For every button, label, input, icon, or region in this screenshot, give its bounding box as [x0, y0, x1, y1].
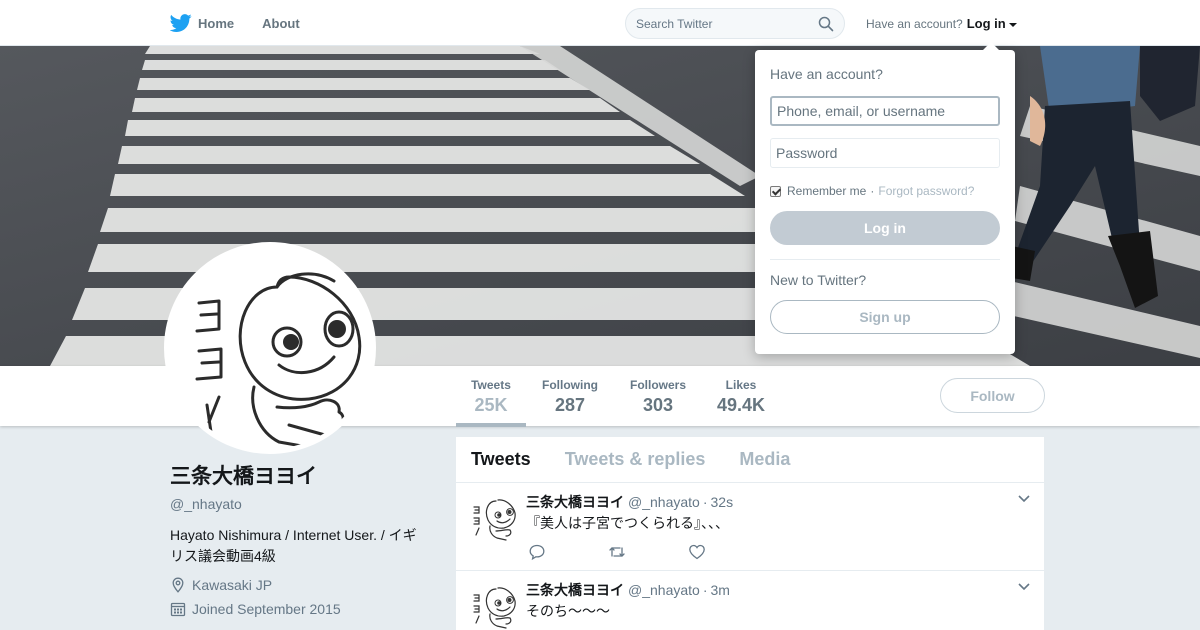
chevron-down-icon[interactable]: [1018, 583, 1030, 591]
nav-home-label: Home: [198, 15, 235, 31]
signup-button[interactable]: Sign up: [770, 300, 1000, 334]
timeline-tabs: Tweets Tweets & replies Media: [456, 437, 1044, 483]
tab-media[interactable]: Media: [739, 449, 790, 470]
stat-tweets-label: Tweets: [471, 378, 511, 392]
tweet-separator: ·: [702, 582, 708, 598]
login-menu-toggle[interactable]: Have an account? Log in: [866, 16, 1017, 31]
stat-likes-value: 49.4K: [716, 395, 766, 415]
follow-button[interactable]: Follow: [940, 378, 1045, 413]
search-icon[interactable]: [818, 16, 834, 32]
tweet-item[interactable]: 三条大橋ヨヨイ @_nhayato · 3m そのち〜〜〜: [456, 571, 1044, 630]
profile-handle[interactable]: @_nhayato: [170, 496, 430, 512]
stat-tweets[interactable]: Tweets 25K: [470, 378, 512, 416]
active-stat-underline: [456, 423, 526, 427]
caret-down-icon: [1008, 22, 1017, 27]
search-input[interactable]: [636, 16, 806, 31]
stat-following[interactable]: Following 287: [540, 378, 600, 416]
tab-tweets[interactable]: Tweets: [471, 449, 531, 470]
login-dropdown-title: Have an account?: [770, 66, 883, 82]
stat-likes[interactable]: Likes 49.4K: [711, 378, 771, 416]
tweet-author-name[interactable]: 三条大橋ヨヨイ: [526, 580, 624, 600]
username-input[interactable]: [770, 96, 1000, 126]
like-icon[interactable]: [688, 543, 706, 561]
account-prompt: Have an account?: [866, 16, 963, 31]
tweet-timestamp[interactable]: 32s: [711, 494, 734, 510]
tweet-text: 『美人は子宮でつくられる』、、、: [526, 515, 729, 531]
tweet-author-handle[interactable]: @_nhayato: [628, 582, 700, 598]
login-link[interactable]: Log in: [967, 16, 1006, 31]
remember-me-label[interactable]: Remember me: [787, 184, 866, 198]
tweet-header: 三条大橋ヨヨイ @_nhayato · 3m: [526, 580, 730, 600]
stat-followers-value: 303: [642, 395, 674, 415]
stat-tweets-value: 25K: [474, 395, 508, 415]
forgot-password-link[interactable]: Forgot password?: [878, 184, 974, 198]
location-pin-icon: [172, 577, 184, 593]
location-text: Kawasaki JP: [192, 577, 273, 593]
remember-row: Remember me · Forgot password?: [770, 184, 1000, 198]
joined-text: Joined September 2015: [192, 601, 341, 617]
timeline: Tweets Tweets & replies Media 三条大橋ヨヨイ @_…: [456, 437, 1044, 630]
login-button[interactable]: Log in: [770, 211, 1000, 245]
tweet-item[interactable]: 三条大橋ヨヨイ @_nhayato · 32s 『美人は子宮でつくられる』、、、: [456, 483, 1044, 571]
dropdown-divider: [770, 259, 1000, 260]
tweet-actions: [528, 543, 768, 561]
stat-following-label: Following: [542, 378, 598, 392]
tweet-separator: ·: [702, 494, 708, 510]
retweet-icon[interactable]: [608, 543, 626, 561]
tweet-header: 三条大橋ヨヨイ @_nhayato · 32s: [526, 492, 733, 512]
profile-bio: 三条大橋ヨヨイ @_nhayato Hayato Nishimura / Int…: [170, 460, 430, 617]
stat-likes-label: Likes: [725, 378, 757, 392]
remember-separator: ·: [870, 184, 875, 198]
remember-me-checkbox[interactable]: [770, 185, 781, 197]
login-dropdown: Have an account? Remember me · Forgot pa…: [755, 42, 1015, 354]
calendar-icon: [170, 602, 186, 617]
profile-description: Hayato Nishimura / Internet User. / イギリス…: [170, 527, 417, 564]
search-box[interactable]: [625, 8, 845, 39]
nav-about-label: About: [262, 15, 300, 31]
tweet-author-handle[interactable]: @_nhayato: [628, 494, 700, 510]
tweet-avatar[interactable]: [470, 493, 518, 541]
tab-tweets-replies[interactable]: Tweets & replies: [565, 449, 706, 470]
top-navbar: Home About Have an account? Log in: [0, 0, 1200, 46]
tweet-avatar[interactable]: [470, 581, 518, 629]
profile-location: Kawasaki JP: [170, 577, 430, 593]
profile-joined: Joined September 2015: [170, 601, 430, 617]
profile-avatar[interactable]: [164, 242, 376, 454]
profile-name[interactable]: 三条大橋ヨヨイ: [170, 460, 430, 490]
stat-following-value: 287: [554, 395, 586, 415]
nav-home[interactable]: Home: [170, 12, 234, 34]
password-input[interactable]: [770, 138, 1000, 168]
new-to-twitter-text: New to Twitter?: [770, 272, 867, 288]
tweet-timestamp[interactable]: 3m: [711, 582, 730, 598]
nav-about[interactable]: About: [262, 16, 300, 31]
tweet-author-name[interactable]: 三条大橋ヨヨイ: [526, 492, 624, 512]
twitter-bird-icon: [170, 14, 192, 32]
reply-icon[interactable]: [528, 543, 546, 561]
avatar-drawing: [169, 247, 371, 449]
chevron-down-icon[interactable]: [1018, 495, 1030, 503]
stat-followers[interactable]: Followers 303: [628, 378, 688, 416]
tweet-text: そのち〜〜〜: [526, 603, 610, 619]
stat-followers-label: Followers: [629, 378, 686, 392]
